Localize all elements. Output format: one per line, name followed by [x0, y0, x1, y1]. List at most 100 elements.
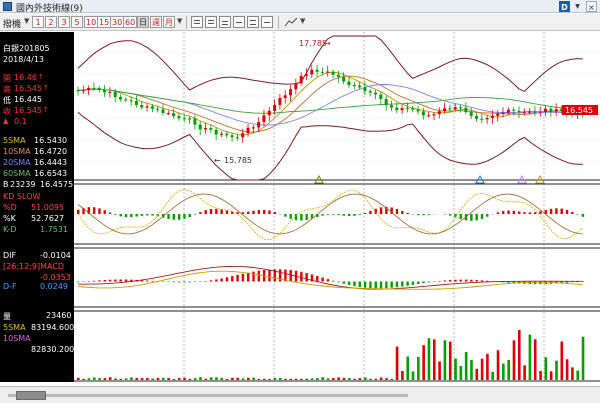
macd-bar — [162, 281, 165, 282]
macd-bar — [417, 281, 420, 285]
volume-sma5-label: 5SMA — [3, 323, 26, 332]
volume-bar — [77, 377, 80, 380]
volume-bar — [316, 378, 319, 380]
volume-bar — [347, 378, 351, 380]
dropdown-icon[interactable]: ▼ — [573, 1, 582, 12]
candle-body — [421, 111, 425, 116]
volume-bar — [560, 341, 564, 380]
candle-body — [214, 129, 218, 135]
candle-body — [517, 110, 521, 113]
dif-line — [77, 265, 583, 290]
kd-bar — [284, 214, 287, 217]
kd-d-value: 51.0095 — [31, 203, 65, 212]
scroll-track[interactable] — [8, 394, 408, 397]
candle-body — [506, 109, 510, 113]
chevron-down-icon[interactable]: ▼ — [177, 17, 182, 25]
kd-bar — [204, 210, 207, 214]
period-select[interactable]: 撥機 — [3, 17, 21, 30]
volume-bar — [427, 338, 431, 380]
volume-bar — [204, 378, 208, 380]
kd-bar — [560, 208, 563, 214]
price-chart[interactable]: 17.785 → ← 15.785 16.545 — [74, 32, 600, 382]
volume-bar — [432, 339, 436, 380]
period-1-button[interactable]: 1 — [32, 16, 44, 28]
kd-bar — [103, 210, 106, 214]
candle-body — [358, 85, 362, 88]
kd-bar — [502, 210, 505, 214]
candle-body — [209, 128, 213, 130]
scroll-thumb[interactable] — [16, 391, 46, 400]
macd-bar — [220, 278, 223, 282]
macd-bar — [390, 281, 393, 288]
kd-bar — [337, 214, 340, 216]
trend-line-icon[interactable] — [284, 16, 298, 28]
macd-bar — [374, 281, 377, 289]
macd-bar — [332, 280, 335, 282]
chart-area[interactable]: 白銀201805 2018/4/13 開 16.46 ↑ 高 16.545 ↑ … — [0, 32, 600, 382]
close-button[interactable]: × — [586, 1, 597, 12]
chart-grid — [74, 32, 600, 382]
annot-high-label: 17.785 — [299, 39, 327, 48]
macd-label: [26:12:9]MACD — [3, 262, 65, 271]
macd-bar — [464, 279, 468, 282]
open-value: 16.46 — [14, 73, 37, 82]
period-day-button[interactable]: 日 — [137, 16, 149, 28]
symbol-label: 白銀201805 — [3, 44, 50, 53]
layout-icon[interactable] — [191, 16, 203, 28]
volume-bar — [385, 378, 388, 380]
candle-body — [310, 69, 314, 75]
volume-bar — [236, 377, 239, 380]
candle-body — [113, 91, 117, 98]
volume-bar — [241, 378, 245, 380]
volume-bar — [379, 377, 383, 380]
chevron-down-icon[interactable]: ▼ — [24, 17, 29, 25]
candle-body — [145, 106, 149, 108]
period-3-button[interactable]: 3 — [58, 16, 70, 28]
kd-bar — [321, 214, 324, 216]
kd-title: KD SLOW — [3, 192, 41, 201]
volume-bar — [124, 378, 128, 380]
kd-bar — [353, 214, 356, 216]
period-month-button[interactable]: 月 — [163, 16, 175, 28]
macd-bar — [247, 272, 250, 282]
period-week-button[interactable]: 週 — [150, 16, 162, 28]
macd-bar — [188, 281, 191, 283]
volume-bar — [273, 378, 277, 380]
period-5-button[interactable]: 5 — [71, 16, 83, 28]
kd-bar — [406, 212, 409, 214]
settings-icon[interactable] — [261, 16, 273, 28]
macd-bar — [395, 281, 399, 288]
macd-bar — [199, 281, 202, 282]
candle-body — [251, 127, 255, 129]
kd-bar — [523, 212, 526, 214]
low-value: 16.445 — [14, 95, 42, 104]
kd-bar — [565, 209, 569, 214]
candle-body — [225, 133, 229, 136]
volume-bar — [247, 377, 250, 380]
d-button[interactable]: D — [559, 1, 570, 12]
macd-bar — [459, 279, 462, 282]
chevron-down-icon[interactable]: ▼ — [300, 17, 305, 25]
candle-body — [278, 97, 282, 105]
candle-body — [490, 115, 494, 119]
table-icon[interactable] — [219, 16, 231, 28]
volume-bar — [406, 356, 410, 380]
macd-bar — [183, 281, 186, 283]
macd-bar — [108, 279, 112, 282]
period-2-button[interactable]: 2 — [45, 16, 57, 28]
candle-body — [480, 118, 484, 120]
candle-body — [124, 99, 128, 101]
volume-bar — [443, 340, 447, 380]
macd-bar — [321, 277, 324, 282]
sma5-value: 16.5430 — [34, 136, 68, 145]
period-60-button[interactable]: 60 — [123, 16, 138, 28]
kd-bar — [220, 209, 223, 214]
macd-bar — [257, 270, 261, 282]
volume-bar — [268, 378, 271, 380]
grid-icon[interactable] — [247, 16, 259, 28]
edit-icon[interactable] — [233, 16, 245, 28]
bband-lower — [77, 111, 583, 181]
annot-low-arrow: ← — [214, 156, 221, 165]
candle-body — [315, 69, 319, 72]
list-icon[interactable] — [205, 16, 217, 28]
